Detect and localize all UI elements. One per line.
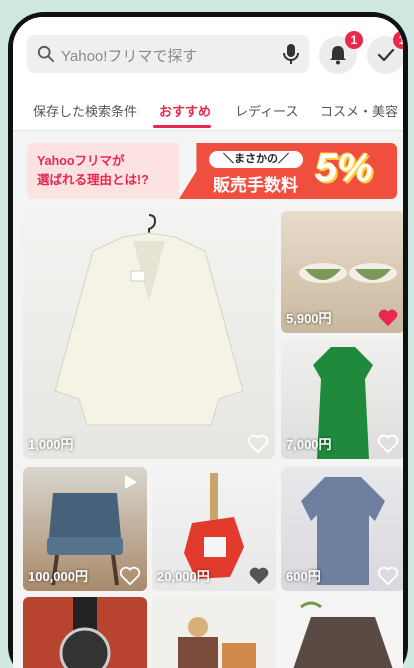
heart-icon[interactable] xyxy=(377,566,399,586)
tab-ladies[interactable]: レディース xyxy=(235,101,298,120)
notifications-badge: 1 xyxy=(345,31,363,49)
header: Yahoo!フリマで探す 1 1 xyxy=(13,17,403,89)
video-play-icon xyxy=(125,475,137,489)
item-card[interactable]: 5,900円 xyxy=(281,211,403,333)
todo-button[interactable]: 1 xyxy=(367,31,403,74)
item-price: 20,000円 xyxy=(157,569,210,584)
search-icon xyxy=(37,45,55,63)
promo-banner[interactable]: Yahooフリマが 選ばれる理由とは!? ＼まさかの／ 販売手数料 5% xyxy=(27,143,397,199)
category-tabs: 保存した検索条件 おすすめ レディース コスメ・美容 xyxy=(13,89,403,131)
item-card[interactable]: 100,000円 xyxy=(23,467,147,591)
heart-filled-icon[interactable] xyxy=(377,308,399,328)
tab-cosmetics[interactable]: コスメ・美容 xyxy=(320,101,398,120)
microphone-icon[interactable] xyxy=(281,43,301,65)
active-tab-indicator xyxy=(153,125,211,128)
item-price: 1,000円 xyxy=(28,437,74,452)
notifications-button[interactable]: 1 xyxy=(319,31,363,74)
check-icon xyxy=(377,48,395,62)
heart-icon[interactable] xyxy=(248,566,270,586)
search-input[interactable]: Yahoo!フリマで探す xyxy=(61,45,197,66)
item-card[interactable]: 600円 xyxy=(281,467,403,591)
watch-image xyxy=(59,597,111,668)
phone-frame: Yahoo!フリマで探す 1 1 保存した検索条件 おすすめ レディース コスメ… xyxy=(8,12,408,668)
striped-top-image xyxy=(293,601,393,668)
item-price: 600円 xyxy=(286,569,321,584)
bell-icon xyxy=(330,46,346,65)
item-price: 7,000円 xyxy=(286,437,332,452)
banner-tag: ＼まさかの／ xyxy=(209,151,303,168)
item-card[interactable]: 20,000円 xyxy=(152,467,276,591)
banner-fee-value: 5% xyxy=(315,146,373,190)
kids-clothes-image xyxy=(178,617,256,668)
item-price: 5,900円 xyxy=(286,311,332,326)
cardigan-image xyxy=(54,214,244,426)
banner-fee-label: 販売手数料 xyxy=(213,176,298,195)
item-card[interactable]: 7,000円 xyxy=(281,339,403,459)
banner-fee-panel: ＼まさかの／ 販売手数料 5% xyxy=(179,143,397,199)
search-bar[interactable]: Yahoo!フリマで探す xyxy=(27,35,309,73)
banner-line2: 選ばれる理由とは!? xyxy=(37,173,149,187)
heart-icon[interactable] xyxy=(377,434,399,454)
tab-saved-searches[interactable]: 保存した検索条件 xyxy=(33,101,137,120)
app-screen: Yahoo!フリマで探す 1 1 保存した検索条件 おすすめ レディース コスメ… xyxy=(13,17,403,668)
tab-recommended[interactable]: おすすめ xyxy=(159,101,211,120)
item-card[interactable]: 1,000円 xyxy=(23,211,275,459)
item-card[interactable] xyxy=(281,597,403,668)
item-card[interactable] xyxy=(152,597,276,668)
item-card[interactable] xyxy=(23,597,147,668)
banner-line1: Yahooフリマが xyxy=(37,154,125,168)
banner-text: Yahooフリマが 選ばれる理由とは!? xyxy=(27,143,179,199)
heart-icon[interactable] xyxy=(247,434,269,454)
heart-icon[interactable] xyxy=(119,566,141,586)
item-price: 100,000円 xyxy=(28,569,88,584)
